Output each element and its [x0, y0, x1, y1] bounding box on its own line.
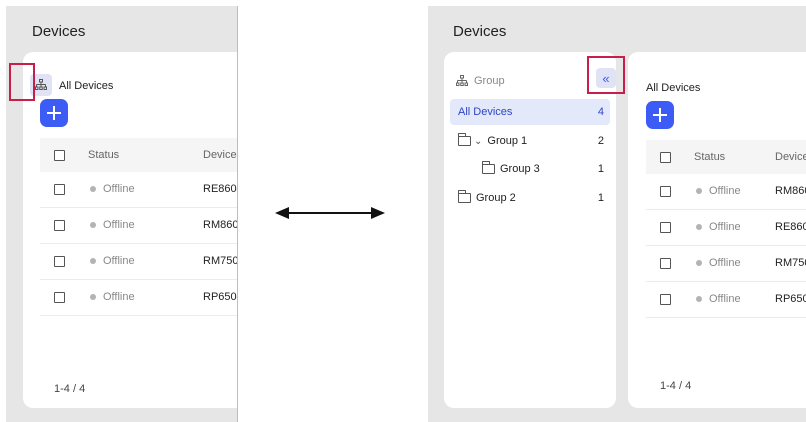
row-checkbox[interactable]: [54, 292, 65, 303]
device-name: RM860: [203, 219, 238, 231]
column-header-status[interactable]: Status: [88, 149, 119, 161]
row-checkbox[interactable]: [660, 186, 671, 197]
pagination-info: 1-4 / 4: [660, 380, 692, 392]
row-checkbox[interactable]: [660, 258, 671, 269]
column-header-status[interactable]: Status: [694, 151, 725, 163]
sidebar-item-group-1[interactable]: ⌄ Group 1 2: [450, 128, 610, 154]
breadcrumb: All Devices: [59, 80, 114, 92]
group-sidebar: Group « All Devices 4 ⌄ Group 1 2 Group …: [444, 52, 616, 408]
highlight-box: [9, 63, 35, 101]
device-name: RP650: [775, 293, 806, 305]
hierarchy-icon: [35, 79, 47, 90]
device-name: RE8604: [203, 183, 237, 195]
status-dot-icon: [696, 188, 702, 194]
status-text: Offline: [709, 293, 741, 305]
status-text: Offline: [103, 219, 135, 231]
folder-icon: [458, 190, 471, 203]
status-dot-icon: [90, 258, 96, 264]
table-row[interactable]: Offline RE8604: [40, 172, 237, 208]
breadcrumb: All Devices: [646, 82, 701, 94]
status-text: Offline: [709, 257, 741, 269]
table-row[interactable]: Offline RP650: [646, 282, 806, 318]
device-name: RP6504: [203, 291, 237, 303]
bidirectional-arrow-icon: [275, 207, 385, 219]
pagination-info: 1-4 / 4: [54, 383, 86, 395]
folder-icon: [458, 133, 471, 146]
row-checkbox[interactable]: [54, 220, 65, 231]
devices-panel-collapsed: Devices All Devices Status Device Offlin…: [6, 6, 238, 422]
devices-card: All Devices Status Device Offline RM860 …: [628, 52, 806, 408]
status-text: Offline: [103, 255, 135, 267]
table-header: Status Device: [40, 138, 237, 172]
sidebar-item-label: Group 1: [487, 135, 528, 147]
table-row[interactable]: Offline RM750: [646, 246, 806, 282]
status-dot-icon: [90, 222, 96, 228]
sidebar-item-label: Group 2: [476, 192, 516, 204]
plus-icon: [47, 106, 61, 120]
status-dot-icon: [90, 186, 96, 192]
table-row[interactable]: Offline RE860: [646, 210, 806, 246]
device-name: RM860: [775, 185, 806, 197]
sidebar-item-all-devices[interactable]: All Devices 4: [450, 99, 610, 125]
device-name: RM750: [775, 257, 806, 269]
status-text: Offline: [103, 183, 135, 195]
status-text: Offline: [709, 185, 741, 197]
status-text: Offline: [103, 291, 135, 303]
table-row[interactable]: Offline RM750: [40, 244, 238, 280]
highlight-box: [587, 56, 625, 94]
row-checkbox[interactable]: [660, 222, 671, 233]
devices-card: All Devices Status Device Offline RE8604…: [23, 52, 238, 408]
column-header-device[interactable]: Device: [203, 149, 237, 161]
table-header: Status Device: [646, 140, 806, 174]
sidebar-item-label: Group 3: [500, 163, 540, 175]
status-dot-icon: [696, 224, 702, 230]
row-checkbox[interactable]: [54, 184, 65, 195]
device-name: RE860: [775, 221, 806, 233]
status-text: Offline: [709, 221, 741, 233]
sidebar-item-count: 1: [597, 163, 604, 175]
group-title: Group: [456, 75, 505, 87]
sidebar-item-label: All Devices: [458, 106, 513, 118]
row-checkbox[interactable]: [660, 294, 671, 305]
sidebar-item-group-3[interactable]: Group 3 1: [450, 156, 610, 182]
select-all-checkbox[interactable]: [660, 152, 671, 163]
plus-icon: [653, 108, 667, 122]
select-all-checkbox[interactable]: [54, 150, 65, 161]
sidebar-item-count: 4: [597, 106, 604, 118]
status-dot-icon: [90, 294, 96, 300]
status-dot-icon: [696, 260, 702, 266]
chevron-down-icon[interactable]: ⌄: [474, 136, 482, 147]
sidebar-item-count: 1: [597, 192, 604, 204]
sidebar-item-count: 2: [597, 135, 604, 147]
table-row[interactable]: Offline RM860: [646, 174, 806, 210]
add-device-button[interactable]: [40, 99, 68, 127]
add-device-button[interactable]: [646, 101, 674, 129]
table-row[interactable]: Offline RP6504: [40, 280, 237, 316]
hierarchy-icon: [456, 75, 468, 86]
table-row[interactable]: Offline RM860: [40, 208, 238, 244]
group-title-label: Group: [474, 75, 505, 87]
status-dot-icon: [696, 296, 702, 302]
page-title: Devices: [453, 23, 507, 40]
folder-icon: [482, 161, 495, 174]
device-name: RM750: [203, 255, 238, 267]
column-header-device[interactable]: Device: [775, 151, 806, 163]
sidebar-item-group-2[interactable]: Group 2 1: [450, 185, 610, 211]
row-checkbox[interactable]: [54, 256, 65, 267]
page-title: Devices: [32, 23, 86, 40]
